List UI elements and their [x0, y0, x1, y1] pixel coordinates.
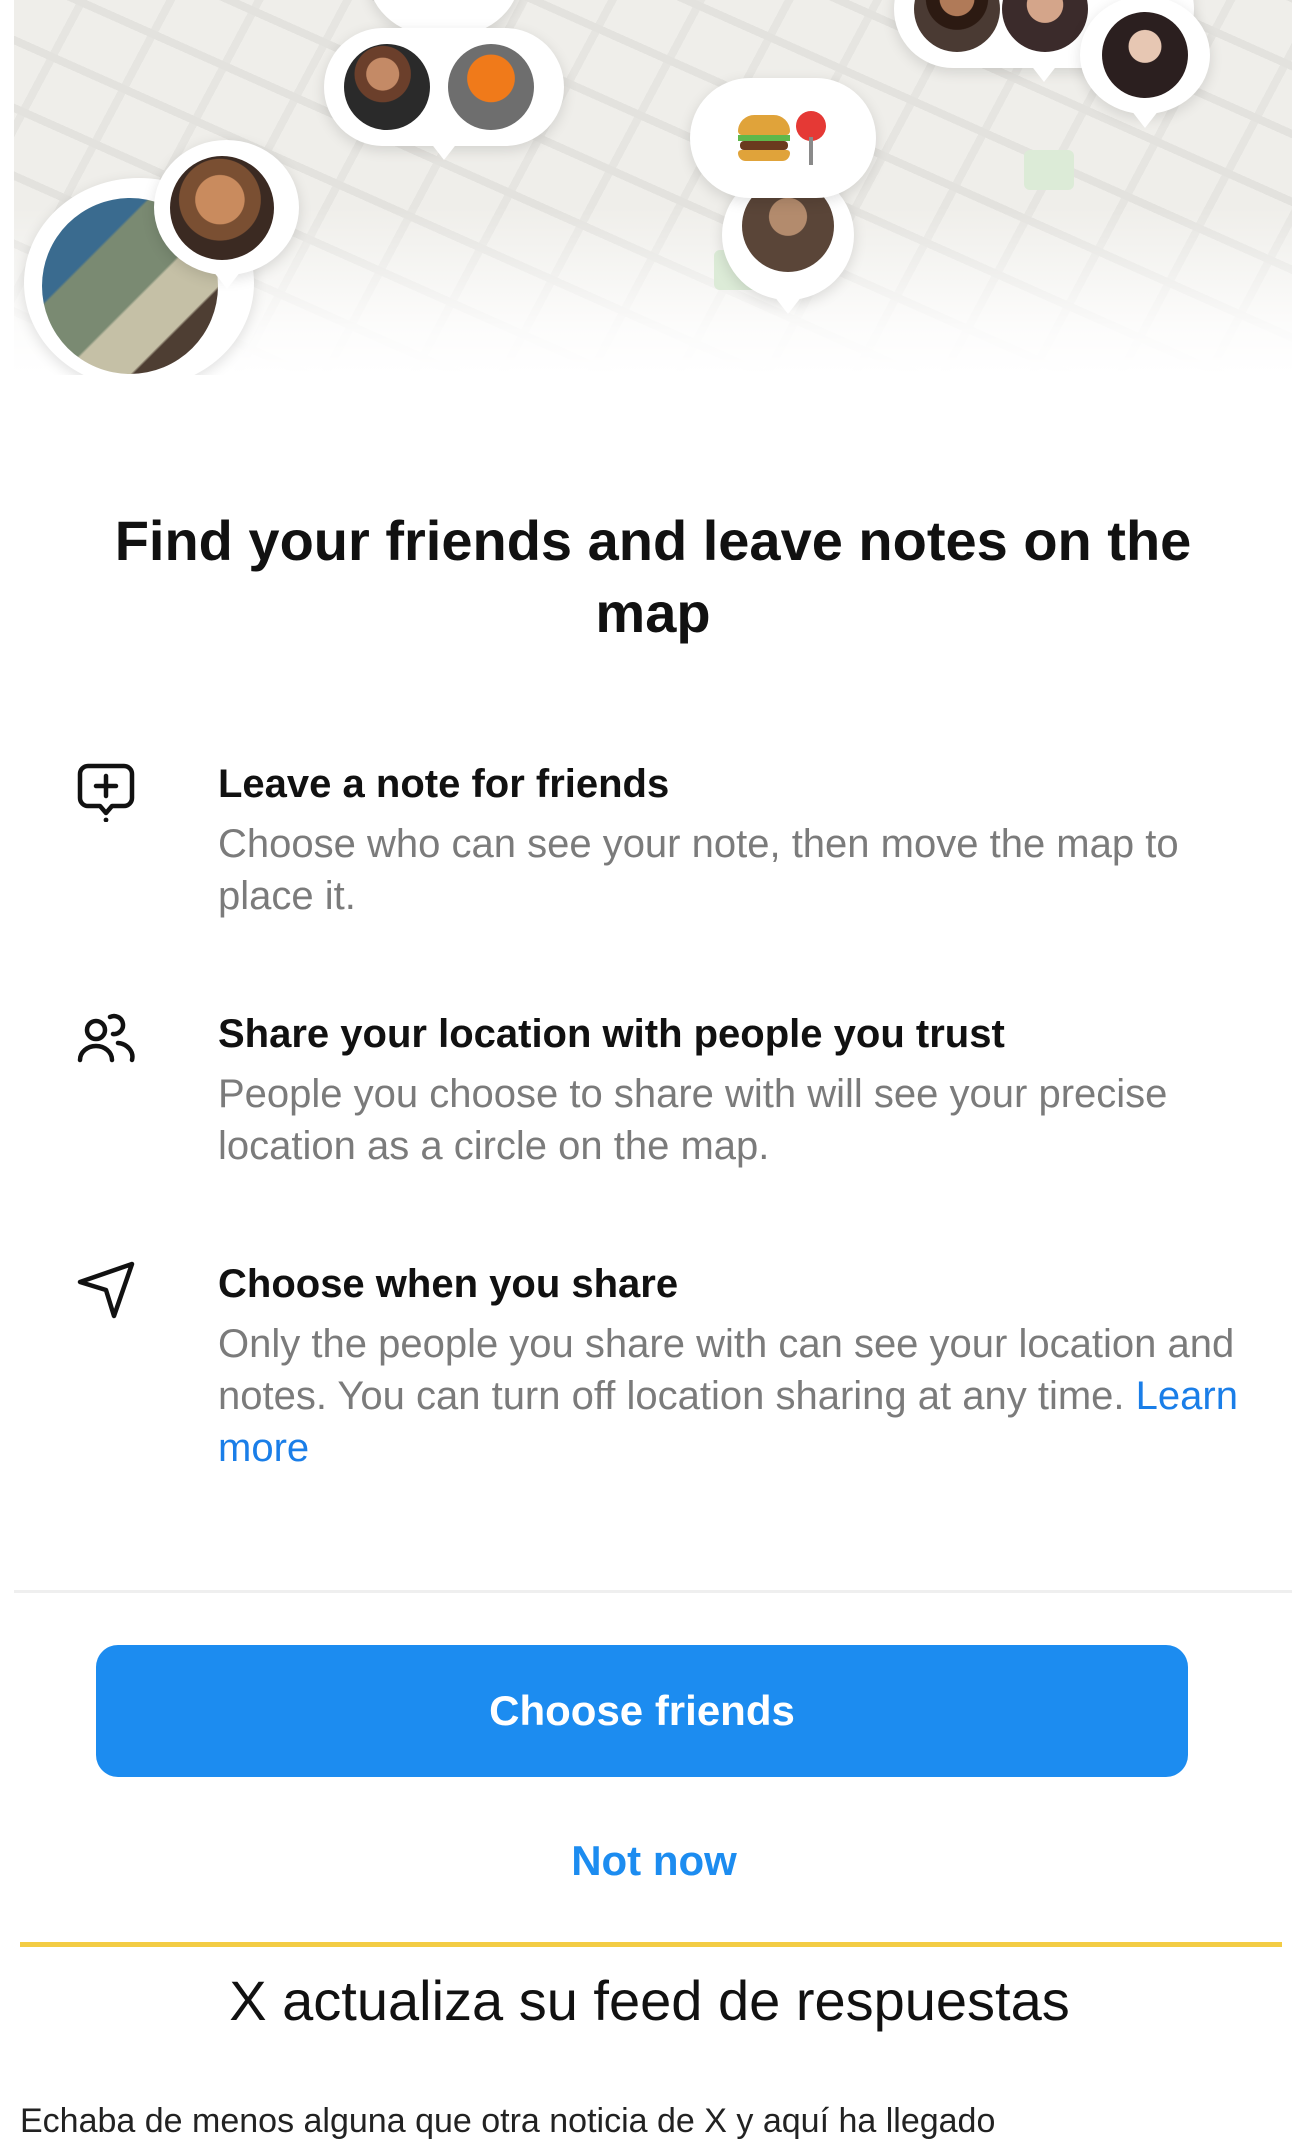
friend-avatar: [914, 0, 1000, 52]
friend-avatar: [170, 156, 274, 260]
map-illustration: [14, 0, 1292, 375]
article-body-text: Echaba de menos alguna que otra noticia …: [20, 2102, 996, 2140]
feature-description: People you choose to share with will see…: [218, 1072, 1168, 1168]
friend-avatar: [1002, 0, 1088, 52]
feature-title: Choose when you share: [218, 1262, 679, 1306]
feature-description: Choose who can see your note, then move …: [218, 822, 1179, 918]
section-divider: [20, 1942, 1282, 1947]
friend-avatar: [448, 44, 534, 130]
divider: [14, 1590, 1292, 1593]
note-bubble[interactable]: [690, 78, 876, 198]
friend-avatar: [1102, 12, 1188, 98]
friend-pin[interactable]: [154, 140, 299, 275]
choose-friends-button[interactable]: Choose friends: [96, 1645, 1188, 1777]
feature-description: Only the people you share with can see y…: [218, 1318, 1258, 1474]
map-feature-modal: Find your friends and leave notes on the…: [14, 0, 1292, 1884]
friend-avatar: [344, 44, 430, 130]
note-add-icon: [77, 763, 135, 822]
friend-pin[interactable]: [324, 28, 564, 146]
feature-title: Share your location with people you trus…: [218, 1012, 1005, 1056]
not-now-button[interactable]: Not now: [474, 1828, 834, 1894]
map-pin-icon: [794, 111, 828, 165]
feature-description-text: Only the people you share with can see y…: [218, 1322, 1235, 1418]
map-park: [1024, 150, 1074, 190]
people-icon: [77, 1013, 135, 1063]
feature-title: Leave a note for friends: [218, 762, 670, 806]
article-heading: X actualiza su feed de respuestas: [229, 1969, 1070, 2032]
navigation-arrow-icon: [77, 1261, 135, 1319]
hamburger-icon: [738, 115, 790, 161]
modal-title: Find your friends and leave notes on the…: [114, 509, 1192, 644]
friend-pin[interactable]: [1080, 0, 1210, 114]
